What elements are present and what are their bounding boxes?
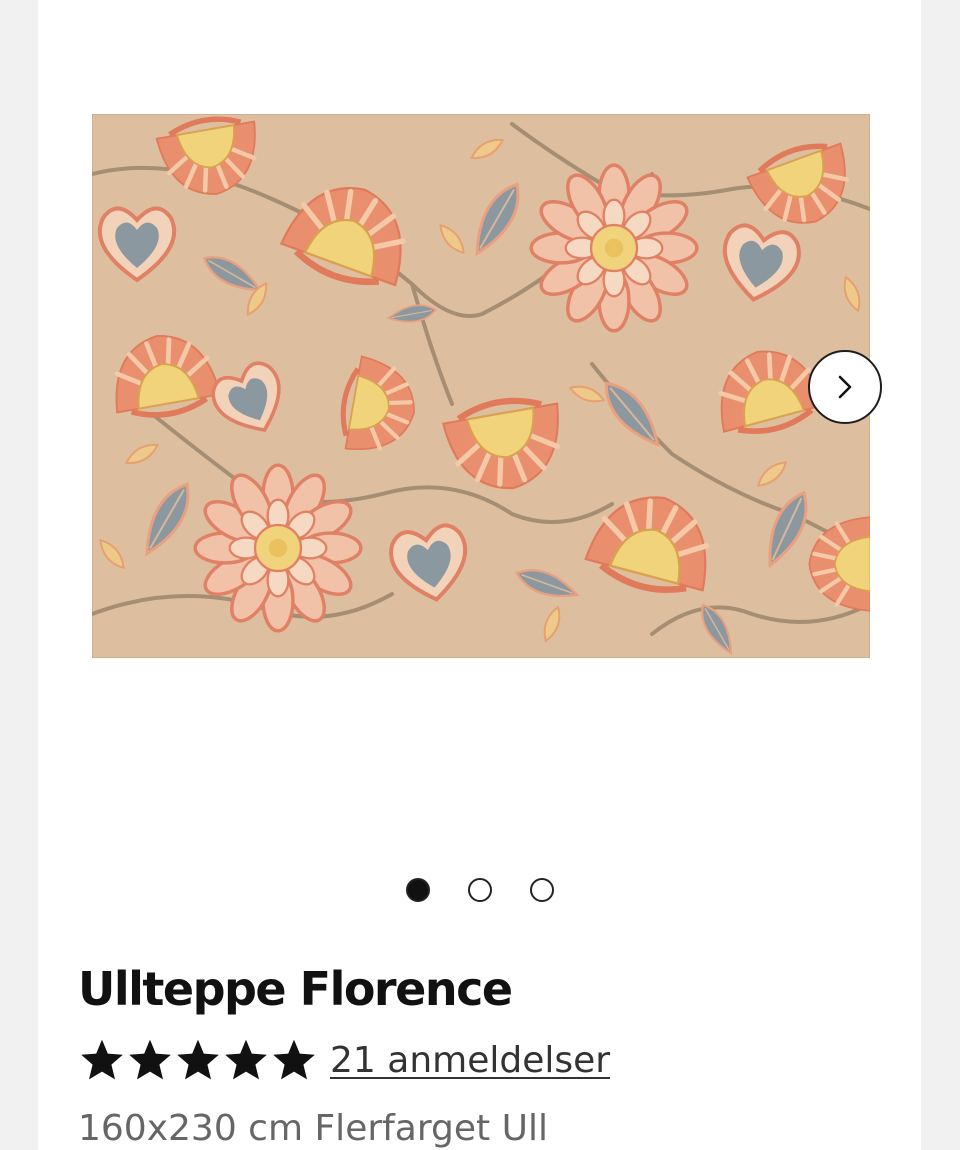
star-icon [81,1039,123,1080]
product-title: Ullteppe Florence [78,962,513,1016]
star-icon [273,1039,315,1080]
reviews-link[interactable]: 21 anmeldelser [330,1040,610,1081]
pagination-dot-1[interactable] [405,878,430,902]
product-rating: 21 anmeldelser [78,1036,610,1084]
star-icon [177,1039,219,1080]
product-image[interactable] [92,114,870,658]
product-variant-info: 160x230 cm Flerfarget Ull [78,1108,548,1149]
image-gallery [38,0,921,860]
image-pagination [38,878,921,902]
pagination-dot-3[interactable] [529,878,554,902]
next-image-button[interactable] [808,350,882,424]
rating-stars [78,1036,318,1084]
chevron-right-icon [838,375,852,399]
star-icon [129,1039,171,1080]
product-card: Ullteppe Florence 21 anmeldelser 160x230… [38,0,921,1150]
star-icon [225,1039,267,1080]
pagination-dot-2[interactable] [467,878,492,902]
